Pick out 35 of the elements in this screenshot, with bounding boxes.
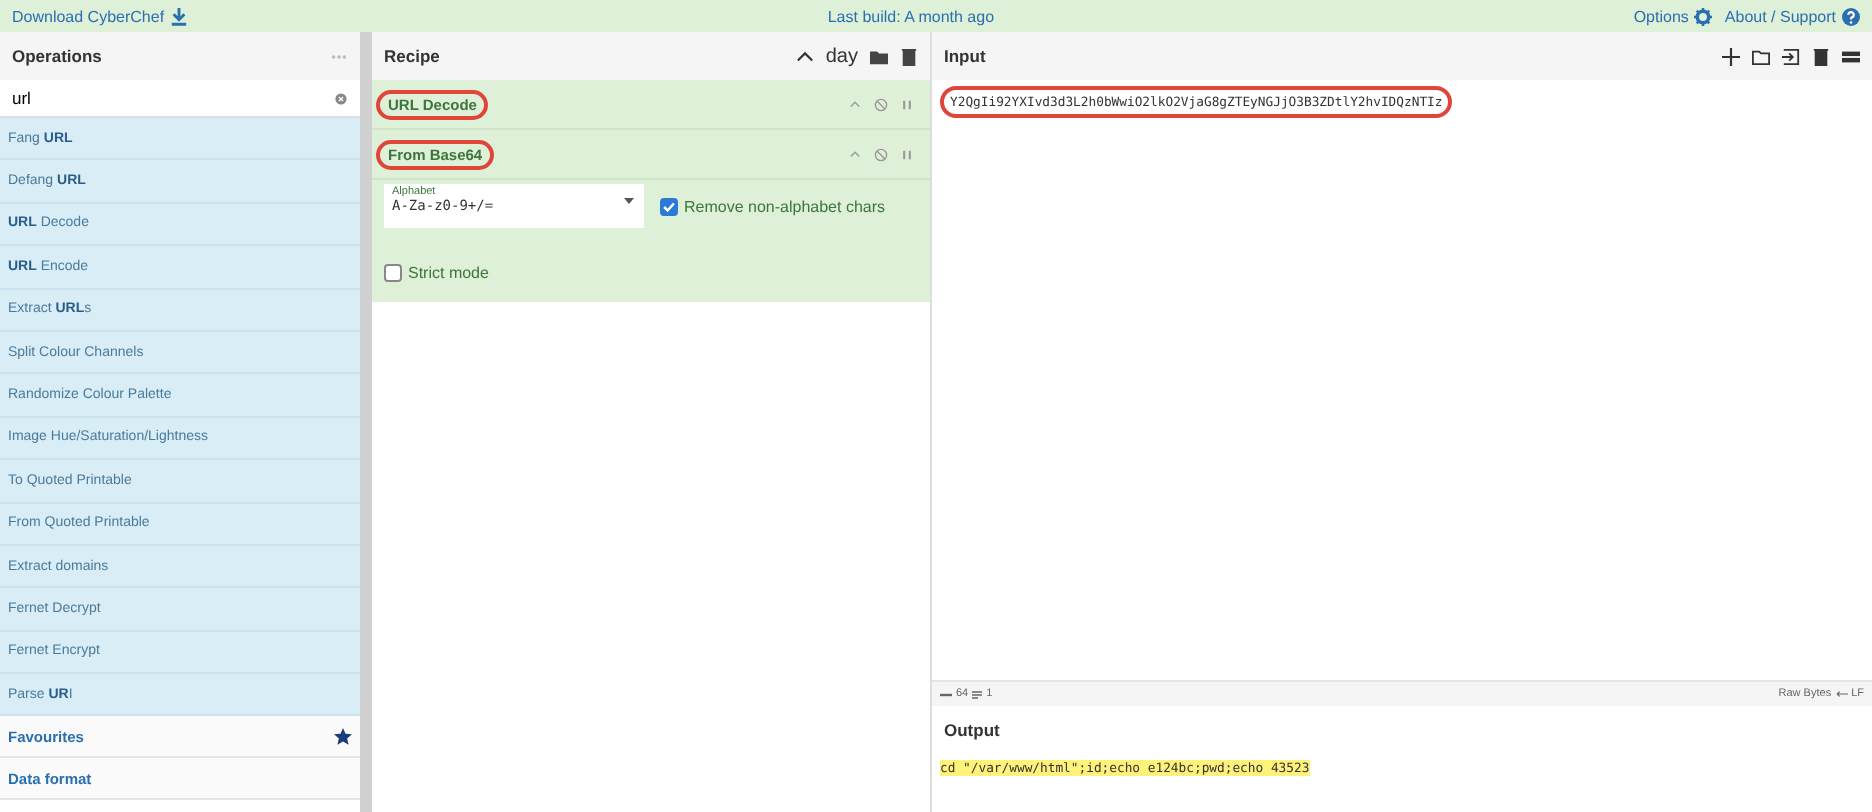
options-link[interactable]: Options xyxy=(1633,7,1689,25)
return-arrow-icon[interactable] xyxy=(1835,690,1848,698)
gear-icon[interactable] xyxy=(1694,7,1713,25)
search-field[interactable]: url xyxy=(12,88,292,108)
checkbox-label[interactable]: Remove non-alphabet chars xyxy=(684,197,886,215)
download-icon[interactable] xyxy=(170,7,189,25)
caret-icon[interactable] xyxy=(624,198,634,204)
clear-icon[interactable] xyxy=(334,91,348,105)
disable-icon[interactable] xyxy=(874,147,888,161)
panel-title: Operations xyxy=(12,46,102,66)
folder-icon[interactable] xyxy=(870,47,888,65)
disable-icon[interactable] xyxy=(874,97,888,111)
panel-title: Output xyxy=(944,720,1000,740)
collapse-icon[interactable] xyxy=(795,47,814,65)
header-text: day xyxy=(825,45,858,67)
lines-icon xyxy=(972,689,983,699)
pause-icon[interactable] xyxy=(900,147,914,161)
download-link[interactable]: Download CyberChef xyxy=(12,7,165,25)
checkbox[interactable] xyxy=(660,197,678,215)
pause-icon[interactable] xyxy=(900,97,914,111)
folder-icon[interactable] xyxy=(1752,47,1770,65)
trash-icon[interactable] xyxy=(900,47,918,65)
star-icon[interactable] xyxy=(334,727,352,746)
checkbox[interactable] xyxy=(384,264,402,282)
about-link[interactable]: About / Support xyxy=(1724,7,1836,25)
panel-title: Recipe xyxy=(384,46,440,66)
help-icon[interactable] xyxy=(1842,7,1860,25)
trash-icon[interactable] xyxy=(1812,47,1830,65)
checkbox-label[interactable]: Strict mode xyxy=(408,264,489,282)
import-icon[interactable] xyxy=(1782,47,1800,65)
layout-icon[interactable] xyxy=(1842,47,1860,65)
plus-icon[interactable] xyxy=(1722,47,1740,65)
length-icon xyxy=(940,691,952,697)
build-info: Last build: A month ago xyxy=(825,7,997,25)
panel-title: Input xyxy=(944,46,986,66)
